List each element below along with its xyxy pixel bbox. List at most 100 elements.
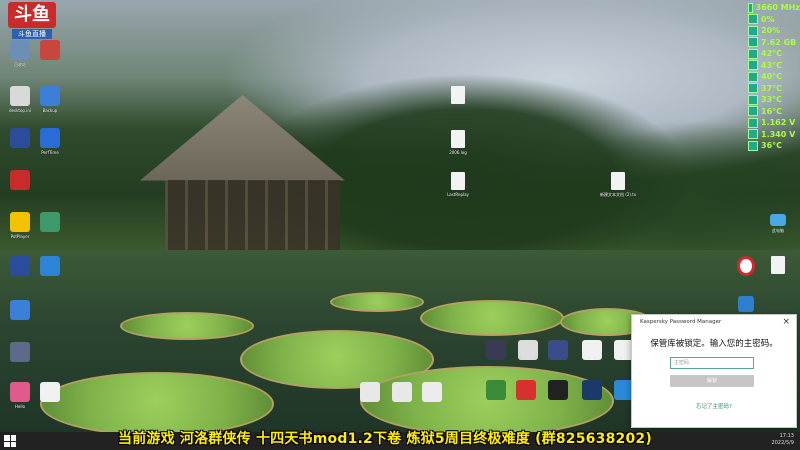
shortcut-label: Hello bbox=[14, 404, 26, 409]
desktop-file-icon[interactable]: 新建文本文档 (2).txt bbox=[600, 172, 636, 197]
cpu-clock-icon bbox=[748, 2, 753, 13]
monitor-row: 33°C bbox=[748, 94, 800, 106]
monitor-value: 20% bbox=[761, 26, 781, 36]
app-icon bbox=[40, 86, 60, 106]
desktop-shortcut-icon[interactable] bbox=[414, 382, 450, 402]
desktop-file-icon[interactable]: 2006.log bbox=[440, 130, 476, 155]
this-pc-icon[interactable]: 此电脑 bbox=[760, 214, 796, 233]
desktop-file-icon[interactable] bbox=[440, 86, 476, 106]
shortcut-label: PerfTime bbox=[41, 150, 59, 155]
desktop-shortcut-icon[interactable] bbox=[2, 170, 38, 192]
temp-icon bbox=[748, 48, 758, 59]
monitor-value: 42°C bbox=[761, 49, 783, 59]
stream-banner: 当前游戏 河洛群侠传 十四天书mod1.2下卷 炼狱5周目终极难度 (群8256… bbox=[118, 431, 652, 447]
app-shortcut-icon[interactable] bbox=[728, 296, 764, 312]
wallpaper-lilypad bbox=[330, 292, 424, 312]
desktop-shortcut-icon[interactable] bbox=[2, 300, 38, 322]
app-icon bbox=[10, 86, 30, 106]
desktop-shortcut-icon[interactable] bbox=[32, 40, 68, 62]
opera-icon[interactable] bbox=[728, 256, 764, 276]
app-icon bbox=[10, 382, 30, 402]
monitor-row: 0% bbox=[748, 14, 800, 26]
shortcut-label: 回收站 bbox=[14, 62, 26, 67]
system-tray-clock[interactable]: 17:13 2022/5/9 bbox=[772, 433, 794, 447]
dialog-message: 保管库被锁定。输入您的主密码。 bbox=[650, 339, 778, 349]
memory-icon bbox=[748, 37, 758, 48]
app-icon bbox=[548, 380, 568, 400]
monitor-row: 43°C bbox=[748, 60, 800, 72]
desktop-shortcut-icon[interactable] bbox=[32, 212, 68, 234]
monitor-row: 40°C bbox=[748, 71, 800, 83]
voltage-icon bbox=[748, 117, 758, 128]
app-icon bbox=[738, 296, 754, 312]
monitor-value: 33°C bbox=[761, 95, 783, 105]
close-icon[interactable]: × bbox=[782, 317, 790, 327]
desktop-shortcut-icon[interactable] bbox=[478, 340, 514, 360]
app-icon bbox=[10, 256, 30, 276]
desktop-shortcut-icon[interactable] bbox=[2, 342, 38, 364]
temp-icon bbox=[748, 106, 758, 117]
monitor-row: 7.62 GB bbox=[748, 37, 800, 49]
gpu-load-icon bbox=[748, 25, 758, 36]
app-icon bbox=[360, 382, 380, 402]
shortcut-label: PotPlayer bbox=[10, 234, 30, 239]
windows-start-icon[interactable] bbox=[4, 435, 16, 447]
monitor-row: 1.340 V bbox=[748, 129, 800, 141]
monitor-row: 16°C bbox=[748, 106, 800, 118]
monitor-value: 37°C bbox=[761, 83, 783, 93]
monitor-value: 40°C bbox=[761, 72, 783, 82]
monitor-value: 1.162 V bbox=[761, 118, 796, 128]
desktop-shortcut-icon[interactable] bbox=[352, 382, 388, 402]
desktop-shortcut-icon[interactable] bbox=[508, 380, 544, 400]
monitor-value: 7.62 GB bbox=[761, 37, 797, 47]
app-icon bbox=[486, 380, 506, 400]
temp-icon bbox=[748, 140, 758, 151]
cpu-load-icon bbox=[748, 14, 758, 25]
wallpaper-lilypad bbox=[420, 300, 564, 336]
computer-icon bbox=[770, 214, 786, 226]
monitor-value: 43°C bbox=[761, 60, 783, 70]
file-icon bbox=[451, 130, 465, 148]
master-password-input[interactable]: 主密码 bbox=[670, 357, 754, 369]
voltage-icon bbox=[748, 129, 758, 140]
desktop-file-icon[interactable] bbox=[760, 256, 796, 274]
app-icon bbox=[10, 212, 30, 232]
clock-time: 17:13 bbox=[779, 433, 794, 439]
file-icon bbox=[771, 256, 785, 274]
stream-logo: 斗鱼 斗鱼直播 bbox=[8, 2, 56, 40]
opera-logo-icon bbox=[737, 256, 755, 276]
monitor-row: 3660 MHz bbox=[748, 2, 800, 14]
system-monitor: 3660 MHz 0% 20% 7.62 GB 42°C 43°C 40°C 37°C 33°C… bbox=[748, 2, 800, 152]
wallpaper-lilypad bbox=[120, 312, 254, 340]
desktop: 斗鱼 斗鱼直播 回收站 desktop.ini Backup PerfTime PotP… bbox=[0, 0, 800, 432]
forgot-password-link[interactable]: 忘记了主密码? bbox=[632, 402, 796, 410]
app-icon bbox=[582, 340, 602, 360]
desktop-shortcut-icon[interactable] bbox=[574, 380, 610, 400]
desktop-file-icon[interactable]: LastReplay bbox=[440, 172, 476, 197]
app-icon bbox=[582, 380, 602, 400]
desktop-shortcut-icon[interactable] bbox=[32, 382, 68, 404]
unlock-button[interactable]: 解锁 bbox=[670, 375, 754, 387]
desktop-shortcut-icon[interactable] bbox=[32, 256, 68, 278]
app-icon bbox=[486, 340, 506, 360]
app-icon bbox=[10, 128, 30, 148]
logo-text: 斗鱼 bbox=[8, 2, 56, 28]
dialog-title: Kaspersky Password Manager bbox=[640, 319, 722, 325]
app-icon bbox=[10, 170, 30, 190]
file-label: 2006.log bbox=[449, 150, 467, 155]
temp-icon bbox=[748, 71, 758, 82]
file-label: LastReplay bbox=[447, 192, 469, 197]
desktop-shortcut-icon[interactable]: Backup bbox=[32, 86, 68, 113]
wallpaper-hut bbox=[165, 180, 340, 250]
desktop-shortcut-icon[interactable] bbox=[540, 340, 576, 360]
desktop-shortcut-icon[interactable] bbox=[540, 380, 576, 400]
desktop-shortcut-icon[interactable]: PerfTime bbox=[32, 128, 68, 155]
desktop-shortcut-icon[interactable] bbox=[574, 340, 610, 360]
logo-subtext: 斗鱼直播 bbox=[12, 29, 52, 39]
monitor-value: 0% bbox=[761, 14, 775, 24]
app-icon bbox=[548, 340, 568, 360]
shortcut-label: Backup bbox=[42, 108, 58, 113]
app-icon bbox=[40, 40, 60, 60]
temp-icon bbox=[748, 60, 758, 71]
monitor-value: 16°C bbox=[761, 106, 783, 116]
